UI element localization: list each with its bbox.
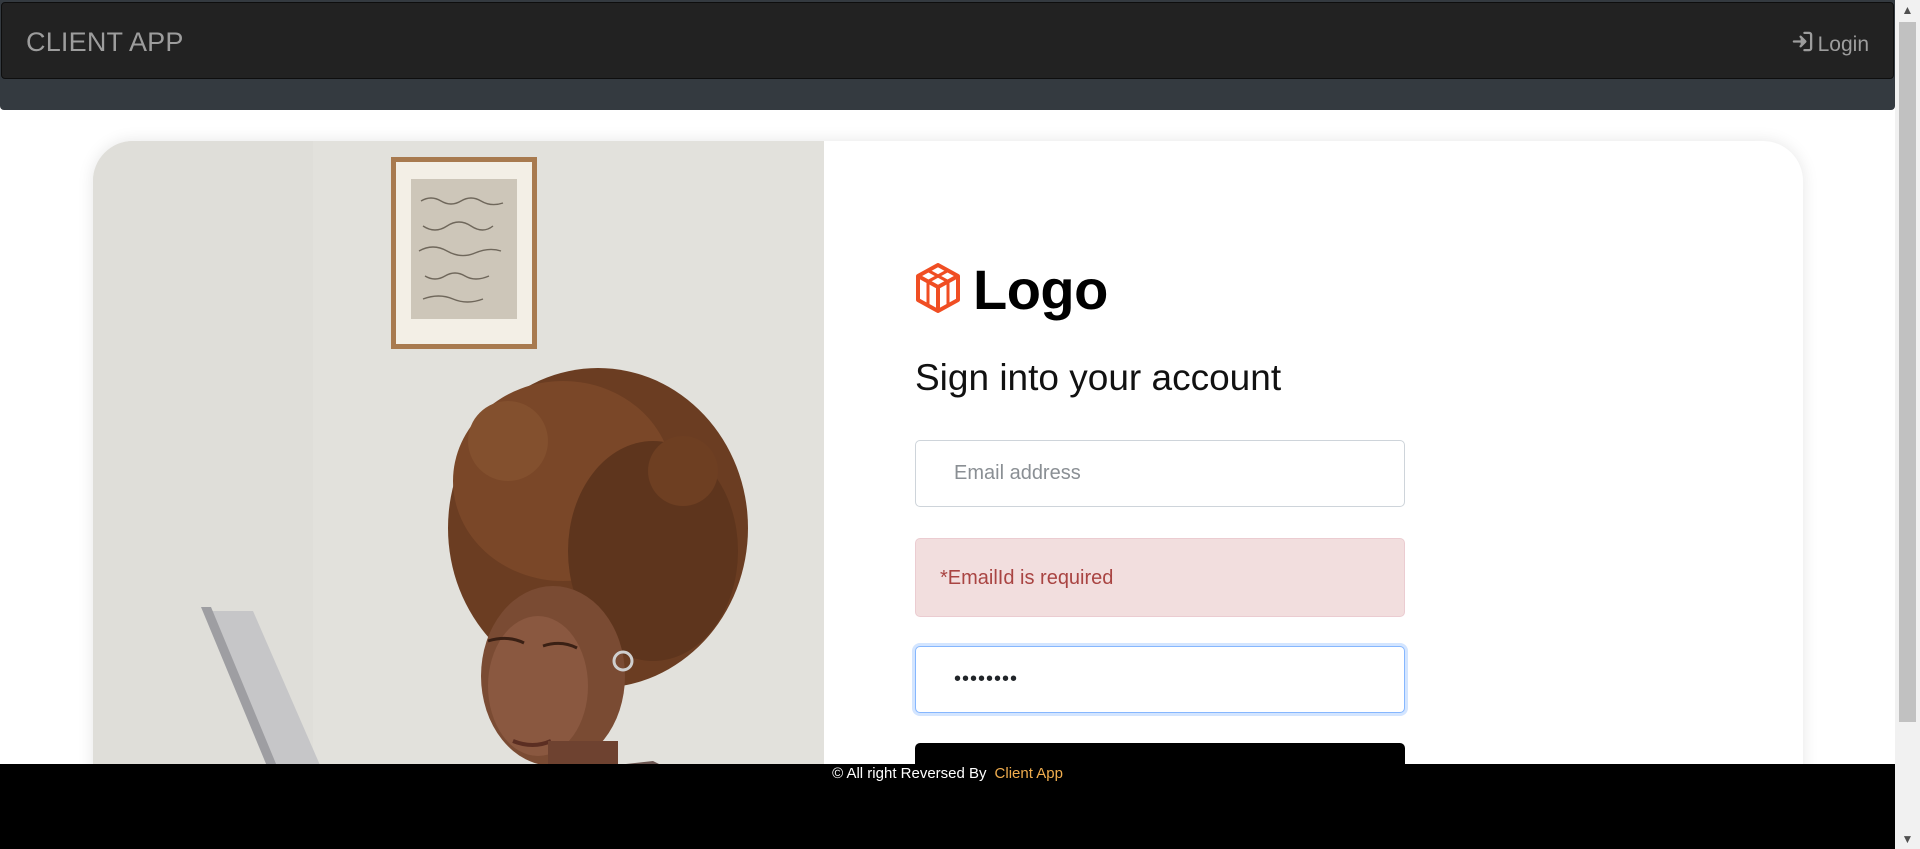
copyright-text: © All right Reversed By bbox=[832, 765, 987, 782]
email-error-alert: *EmailId is required bbox=[915, 538, 1405, 617]
password-field[interactable] bbox=[915, 646, 1405, 713]
cube-logo-icon bbox=[915, 262, 961, 318]
logo: Logo bbox=[915, 262, 1108, 318]
vertical-scrollbar[interactable]: ▲ ▼ bbox=[1895, 0, 1920, 849]
logo-text: Logo bbox=[973, 258, 1108, 321]
footer-link[interactable]: Client App bbox=[995, 765, 1063, 782]
brand-title[interactable]: CLIENT APP bbox=[26, 27, 184, 58]
login-card: Logo Sign into your account *EmailId is … bbox=[93, 141, 1803, 841]
navbar: CLIENT APP Login bbox=[0, 0, 1895, 110]
scrollbar-thumb[interactable] bbox=[1899, 22, 1916, 722]
scroll-up-icon[interactable]: ▲ bbox=[1895, 0, 1920, 20]
woman-with-laptop-photo bbox=[93, 141, 824, 841]
login-link[interactable]: Login bbox=[1791, 30, 1869, 59]
login-label: Login bbox=[1817, 32, 1869, 56]
footer-text: © All right Reversed By Client App bbox=[0, 764, 1895, 783]
footer: © All right Reversed By Client App bbox=[0, 764, 1895, 849]
navbar-header: CLIENT APP Login bbox=[1, 2, 1894, 79]
email-field[interactable] bbox=[915, 440, 1405, 507]
page-title: Sign into your account bbox=[915, 357, 1282, 398]
sign-in-icon bbox=[1791, 30, 1814, 59]
scroll-down-icon[interactable]: ▼ bbox=[1895, 829, 1920, 849]
